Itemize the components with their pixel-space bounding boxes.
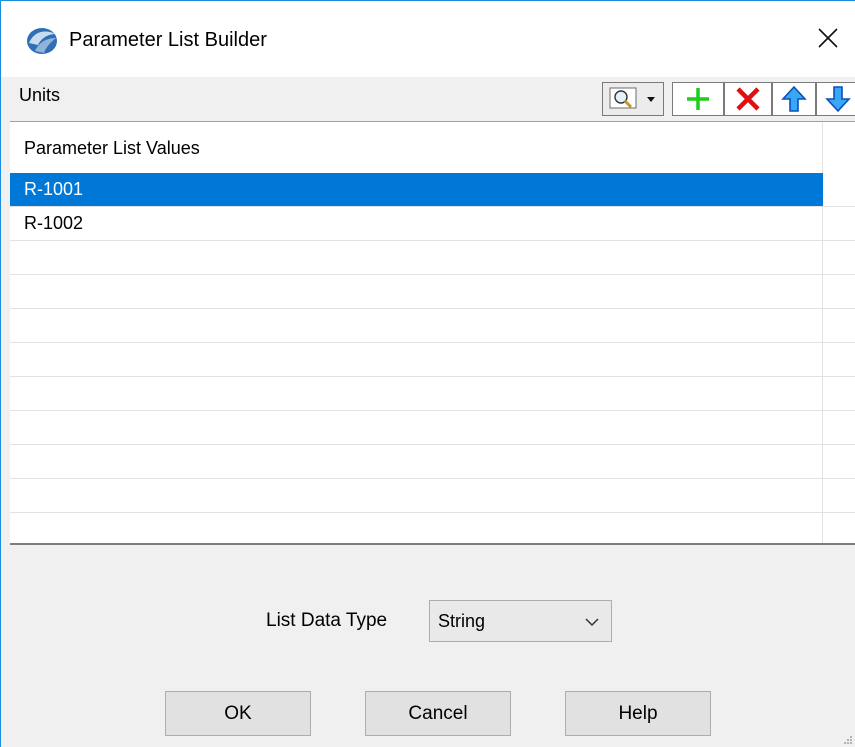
empty-row[interactable] xyxy=(10,445,855,479)
empty-row[interactable] xyxy=(10,377,855,411)
resize-grip-icon[interactable] xyxy=(843,735,853,745)
empty-row[interactable] xyxy=(10,275,855,309)
window-title: Parameter List Builder xyxy=(69,29,267,51)
list-item-value: R-1001 xyxy=(10,173,823,206)
empty-row[interactable] xyxy=(10,411,855,445)
arrow-down-icon xyxy=(825,86,851,113)
units-label: Units xyxy=(19,85,61,105)
list-item[interactable]: R-1002 xyxy=(10,207,855,241)
empty-row[interactable] xyxy=(10,479,855,513)
ok-button[interactable]: OK xyxy=(165,691,311,736)
move-up-button[interactable] xyxy=(772,82,816,116)
close-button[interactable] xyxy=(800,9,855,67)
search-dropdown-button[interactable] xyxy=(602,82,664,116)
list-data-type-value: String xyxy=(438,611,486,631)
title-bar: Parameter List Builder xyxy=(1,0,855,77)
chevron-down-icon xyxy=(585,618,599,627)
list-item[interactable]: R-1001 xyxy=(10,173,855,207)
close-icon xyxy=(818,28,838,48)
list-data-type-select[interactable]: String xyxy=(429,600,612,642)
plus-icon xyxy=(687,88,709,110)
list-header: Parameter List Values xyxy=(24,138,200,158)
app-logo-icon xyxy=(27,28,57,54)
chevron-down-icon xyxy=(647,97,655,102)
parameter-list: Parameter List Values R-1001 R-1002 xyxy=(10,121,855,545)
help-button[interactable]: Help xyxy=(565,691,711,736)
x-icon xyxy=(736,87,760,111)
list-item-value: R-1002 xyxy=(24,213,84,233)
delete-button[interactable] xyxy=(724,82,772,116)
list-toolbar: Units xyxy=(1,77,855,120)
list-data-type-label: List Data Type xyxy=(266,610,388,631)
move-down-button[interactable] xyxy=(816,82,855,116)
empty-row[interactable] xyxy=(10,343,855,377)
add-button[interactable] xyxy=(672,82,724,116)
empty-row[interactable] xyxy=(10,309,855,343)
parameter-list-builder-dialog: Parameter List Builder Units Parameter L… xyxy=(0,0,855,747)
cancel-button[interactable]: Cancel xyxy=(365,691,511,736)
magnifier-icon xyxy=(609,87,637,109)
arrow-up-icon xyxy=(781,85,807,112)
empty-row[interactable] xyxy=(10,241,855,275)
